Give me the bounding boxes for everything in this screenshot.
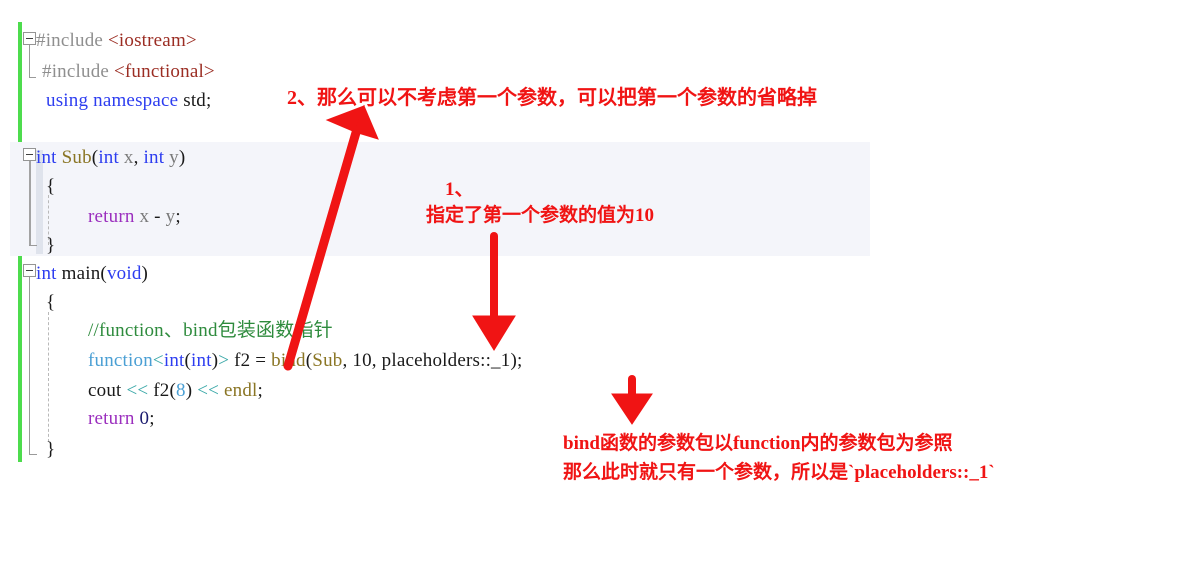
- line-using-namespace[interactable]: using namespace std;: [46, 91, 211, 110]
- line-main-signature[interactable]: int main(void): [36, 264, 148, 283]
- line-include-iostream[interactable]: #include <iostream>: [36, 31, 197, 50]
- annotation-note-bottom-line1: bind函数的参数包以function内的参数包为参照: [563, 433, 953, 454]
- fold-toggle-sub[interactable]: [23, 148, 36, 161]
- line-sub-return[interactable]: return x - y;: [88, 207, 181, 226]
- fold-line-includes: [29, 45, 30, 77]
- line-sub-close-brace[interactable]: }: [46, 236, 55, 255]
- annotation-note-one-label: 1、: [445, 179, 474, 200]
- annotation-note-bottom-line2: 那么此时就只有一个参数，所以是`placeholders::_1`: [563, 462, 995, 483]
- line-sub-signature[interactable]: int Sub(int x, int y): [36, 148, 185, 167]
- line-main-open-brace[interactable]: {: [46, 293, 55, 312]
- fold-foot-sub: [29, 245, 37, 246]
- arrow-down-to-bottom-note: [611, 375, 653, 425]
- line-main-close-brace[interactable]: }: [46, 440, 55, 459]
- fold-toggle-includes[interactable]: [23, 32, 36, 45]
- line-main-return[interactable]: return 0;: [88, 409, 155, 428]
- line-sub-open-brace[interactable]: {: [46, 177, 55, 196]
- annotation-note-top: 2、那么可以不考虑第一个参数，可以把第一个参数的省略掉: [287, 87, 817, 109]
- fold-foot-main: [29, 454, 37, 455]
- line-cout[interactable]: cout << f2(8) << endl;: [88, 381, 263, 400]
- screenshot-root: #include <iostream> #include <functional…: [0, 0, 1180, 565]
- fold-toggle-main[interactable]: [23, 264, 36, 277]
- line-include-functional[interactable]: #include <functional>: [42, 62, 215, 81]
- fold-foot-includes: [29, 77, 36, 78]
- line-bind[interactable]: function<int(int)> f2 = bind(Sub, 10, pl…: [88, 351, 522, 370]
- annotation-note-one-text: 指定了第一个参数的值为10: [426, 205, 655, 226]
- line-comment[interactable]: //function、bind包装函数指针: [88, 321, 333, 340]
- indent-guide-main: [48, 312, 49, 442]
- fold-line-main: [29, 277, 30, 454]
- fold-line-sub: [29, 161, 31, 245]
